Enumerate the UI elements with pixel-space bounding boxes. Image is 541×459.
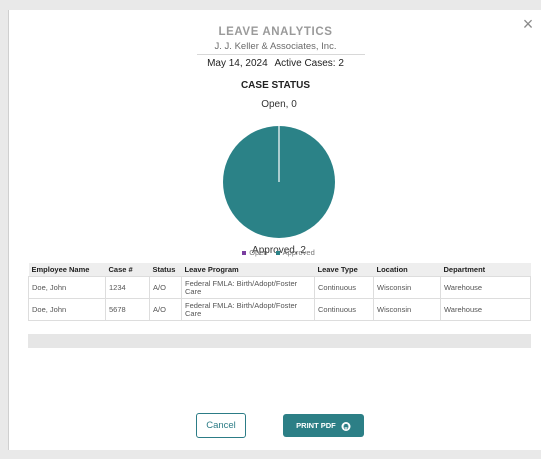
cell-department: Warehouse	[440, 298, 531, 321]
table-scrollbar[interactable]	[28, 334, 531, 348]
legend-swatch-approved	[275, 250, 280, 255]
cancel-button[interactable]: Cancel	[196, 413, 246, 438]
legend-swatch-open	[242, 250, 247, 255]
printer-icon	[341, 421, 351, 431]
cell-location: Wisconsin	[373, 298, 441, 321]
cell-leave-program: Federal FMLA: Birth/Adopt/Foster Care	[181, 298, 315, 321]
cell-case-number: 1234	[105, 276, 150, 299]
report-meta: May 14, 2024 Active Cases: 2	[9, 58, 541, 69]
table-row[interactable]: Doe, John 1234 A/O Federal FMLA: Birth/A…	[28, 276, 531, 299]
legend-label-open: Open	[249, 248, 268, 257]
print-pdf-button[interactable]: PRINT PDF	[283, 414, 364, 437]
cell-employee-name: Doe, John	[28, 276, 106, 299]
cell-leave-program: Federal FMLA: Birth/Adopt/Foster Care	[181, 276, 315, 299]
report-date: May 14, 2024	[207, 58, 268, 69]
active-cases-count: Active Cases: 2	[274, 58, 344, 69]
print-pdf-label: PRINT PDF	[296, 421, 336, 430]
cell-employee-name: Doe, John	[28, 298, 106, 321]
chart-title: CASE STATUS	[240, 80, 311, 91]
chart-legend: Open Approved	[9, 248, 541, 257]
cell-case-number: 5678	[105, 298, 150, 321]
case-status-pie-chart: Open, 0Approved, 2	[223, 99, 335, 256]
col-location[interactable]: Location	[373, 263, 441, 277]
cell-location: Wisconsin	[373, 276, 441, 299]
pie-label-open: Open, 0	[261, 99, 297, 110]
col-employee-name[interactable]: Employee Name	[28, 263, 106, 277]
col-leave-type[interactable]: Leave Type	[314, 263, 374, 277]
cell-department: Warehouse	[440, 276, 531, 299]
cases-table: Employee Name Case # Status Leave Progra…	[28, 263, 531, 321]
table-header-row: Employee Name Case # Status Leave Progra…	[28, 263, 531, 277]
company-name: J. J. Keller & Associates, Inc.	[214, 41, 337, 52]
col-case-number[interactable]: Case #	[105, 263, 150, 277]
col-leave-program[interactable]: Leave Program	[181, 263, 315, 277]
legend-label-approved: Approved	[282, 248, 315, 257]
leave-analytics-dialog: × LEAVE ANALYTICS J. J. Keller & Associa…	[8, 10, 541, 450]
cell-status: A/O	[149, 276, 182, 299]
col-status[interactable]: Status	[149, 263, 182, 277]
col-department[interactable]: Department	[440, 263, 531, 277]
dialog-title: LEAVE ANALYTICS	[218, 26, 333, 38]
table-row[interactable]: Doe, John 5678 A/O Federal FMLA: Birth/A…	[28, 298, 531, 321]
cell-status: A/O	[149, 298, 182, 321]
cell-leave-type: Continuous	[314, 298, 374, 321]
header-divider	[197, 54, 365, 55]
cell-leave-type: Continuous	[314, 276, 374, 299]
